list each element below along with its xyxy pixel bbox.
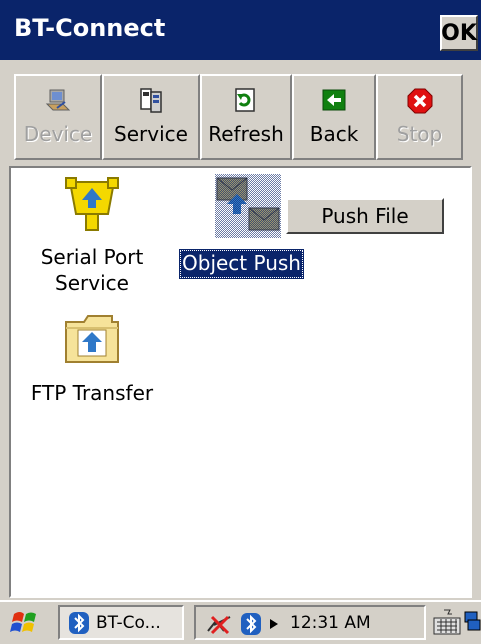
- windows-flag-icon: [10, 612, 36, 632]
- object-push-label[interactable]: Object Push: [179, 249, 304, 279]
- desktop-icon: [464, 611, 481, 631]
- object-push-item[interactable]: [215, 174, 281, 238]
- clock[interactable]: 12:31 AM: [290, 613, 371, 633]
- connection-icon[interactable]: [204, 611, 234, 637]
- bluetooth-icon: [69, 611, 89, 634]
- service-button[interactable]: Service: [102, 74, 200, 160]
- taskbar: BT-Co... 12:31 AM: [0, 600, 481, 642]
- stop-label: Stop: [396, 122, 443, 146]
- stop-icon: [407, 88, 432, 114]
- start-button[interactable]: [4, 606, 46, 640]
- device-icon: [45, 89, 71, 111]
- serial-port-label-line2: Service: [55, 271, 129, 295]
- toolbar: Device Service Refresh Back Stop: [14, 74, 463, 160]
- tray-expand-icon[interactable]: [268, 617, 280, 631]
- serial-port-label-line1: Serial Port: [40, 245, 144, 269]
- ftp-transfer-label: FTP Transfer: [30, 381, 154, 405]
- back-arrow-icon: [322, 89, 346, 111]
- ftp-folder-icon: [65, 315, 119, 363]
- window-title: BT-Connect: [14, 14, 166, 42]
- system-tray: 12:31 AM: [194, 605, 426, 640]
- device-label: Device: [23, 122, 93, 146]
- bt-connect-task-button[interactable]: BT-Co...: [58, 605, 184, 640]
- bluetooth-icon[interactable]: [240, 612, 262, 636]
- serial-port-icon: [65, 177, 119, 231]
- refresh-button[interactable]: Refresh: [200, 74, 292, 160]
- device-button[interactable]: Device: [14, 74, 102, 160]
- desktop-button[interactable]: [464, 606, 481, 640]
- service-icon: [140, 88, 162, 113]
- back-label: Back: [309, 122, 359, 146]
- refresh-icon: [235, 88, 255, 112]
- back-button[interactable]: Back: [292, 74, 376, 160]
- object-push-icon: [215, 174, 281, 238]
- refresh-label: Refresh: [208, 122, 284, 146]
- services-view[interactable]: Serial Port Service Object Push Push Fil…: [9, 166, 472, 598]
- bt-connect-task-label: BT-Co...: [96, 612, 161, 633]
- ftp-transfer-item[interactable]: FTP Transfer: [11, 308, 173, 406]
- stop-button[interactable]: Stop: [376, 74, 463, 160]
- keyboard-button[interactable]: [432, 606, 462, 640]
- service-label: Service: [114, 122, 188, 146]
- push-file-menu-item[interactable]: Push File: [286, 198, 444, 234]
- serial-port-service-item[interactable]: Serial Port Service: [27, 174, 157, 296]
- title-bar: BT-Connect OK: [0, 0, 481, 60]
- keyboard-icon: [433, 609, 461, 635]
- ok-button[interactable]: OK: [440, 15, 478, 51]
